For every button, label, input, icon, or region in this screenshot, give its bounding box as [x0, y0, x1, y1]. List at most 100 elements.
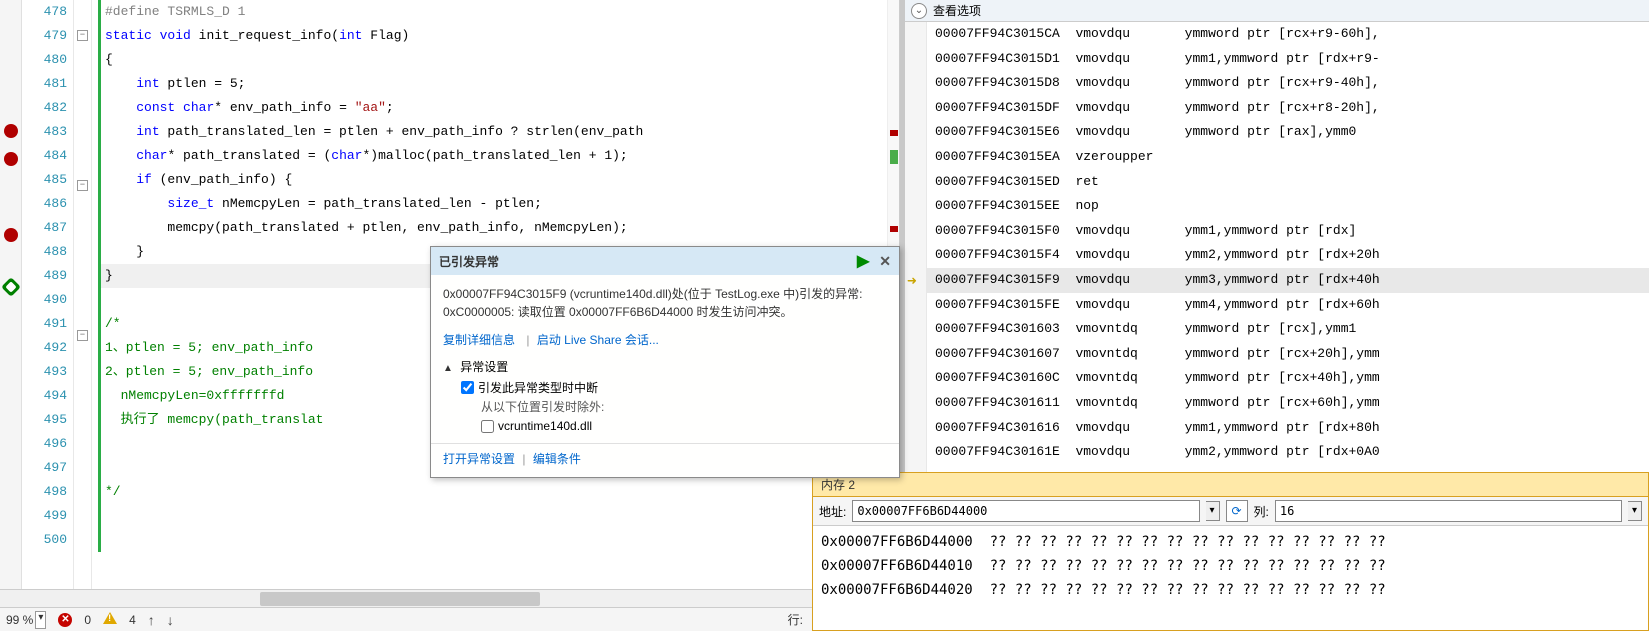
breakpoint-icon[interactable]: [4, 228, 18, 242]
copy-details-link[interactable]: 复制详细信息: [443, 333, 515, 347]
disassembly-line[interactable]: 00007FF94C3015D8 vmovdqu ymmword ptr [rc…: [927, 71, 1649, 96]
line-number-gutter: 4784794804814824834844854864874884894904…: [22, 0, 74, 589]
disassembly-line[interactable]: 00007FF94C3015EA vzeroupper: [927, 145, 1649, 170]
disassembly-options-label: 查看选项: [933, 2, 981, 19]
address-label: 地址:: [819, 503, 846, 520]
code-line[interactable]: */: [98, 480, 899, 504]
separator: |: [526, 333, 529, 347]
exception-title-bar: 已引发异常 ▶ ✕: [431, 247, 899, 275]
memory-row[interactable]: 0x00007FF6B6D44000 ?? ?? ?? ?? ?? ?? ?? …: [821, 530, 1640, 554]
warning-icon[interactable]: [103, 612, 117, 627]
fold-toggle-icon[interactable]: −: [77, 30, 88, 41]
disassembly-line[interactable]: 00007FF94C3015CA vmovdqu ymmword ptr [rc…: [927, 22, 1649, 47]
disassembly-line[interactable]: 00007FF94C3015D1 vmovdqu ymm1,ymmword pt…: [927, 47, 1649, 72]
line-number: 489: [22, 264, 67, 288]
line-number: 498: [22, 480, 67, 504]
scrollbar-thumb[interactable]: [260, 592, 540, 606]
code-line[interactable]: if (env_path_info) {: [98, 168, 899, 192]
disassembly-line[interactable]: 00007FF94C301607 vmovntdq ymmword ptr [r…: [927, 342, 1649, 367]
error-icon[interactable]: ✕: [58, 613, 72, 627]
disassembly-line[interactable]: 00007FF94C3015F0 vmovdqu ymm1,ymmword pt…: [927, 219, 1649, 244]
line-number: 491: [22, 312, 67, 336]
line-number: 492: [22, 336, 67, 360]
fold-toggle-icon[interactable]: −: [77, 330, 88, 341]
disassembly-line[interactable]: 00007FF94C3015DF vmovdqu ymmword ptr [rc…: [927, 96, 1649, 121]
disassembly-line[interactable]: 00007FF94C3015FE vmovdqu ymm4,ymmword pt…: [927, 293, 1649, 318]
columns-input[interactable]: [1275, 500, 1622, 522]
next-issue-icon[interactable]: ↓: [167, 612, 174, 628]
memory-row[interactable]: 0x00007FF6B6D44020 ?? ?? ?? ?? ?? ?? ?? …: [821, 578, 1640, 602]
code-line[interactable]: int path_translated_len = ptlen + env_pa…: [98, 120, 899, 144]
code-line[interactable]: const char* env_path_info = "aa";: [98, 96, 899, 120]
except-from-label: 从以下位置引发时除外:: [481, 398, 887, 415]
line-number: 496: [22, 432, 67, 456]
memory-window-title: 内存 2: [813, 473, 1648, 497]
disassembly-line[interactable]: 00007FF94C301616 vmovdqu ymm1,ymmword pt…: [927, 416, 1649, 441]
except-module-checkbox[interactable]: [481, 420, 494, 433]
line-number: 499: [22, 504, 67, 528]
exception-settings-label: 异常设置: [460, 360, 508, 374]
code-line[interactable]: #define TSRMLS_D 1: [98, 0, 899, 24]
editor-status-bar: 99 % ▾ ✕ 0 4 ↑ ↓ 行: 489 字符: 1: [0, 607, 899, 631]
warning-count: 4: [129, 613, 136, 627]
refresh-icon[interactable]: ⟳: [1226, 500, 1248, 522]
line-number: 479: [22, 24, 67, 48]
address-input[interactable]: [852, 500, 1199, 522]
line-number: 494: [22, 384, 67, 408]
disassembly-line[interactable]: 00007FF94C301611 vmovntdq ymmword ptr [r…: [927, 391, 1649, 416]
code-line[interactable]: static void init_request_info(int Flag): [98, 24, 899, 48]
line-number: 490: [22, 288, 67, 312]
line-number: 480: [22, 48, 67, 72]
columns-dropdown-icon[interactable]: ▾: [1628, 501, 1642, 521]
address-dropdown-icon[interactable]: ▾: [1206, 501, 1220, 521]
exception-message: 0x00007FF94C3015F9 (vcruntime140d.dll)处(…: [431, 275, 899, 331]
separator: |: [522, 452, 525, 466]
liveshare-link[interactable]: 启动 Live Share 会话...: [537, 333, 659, 347]
except-module-label: vcruntime140d.dll: [498, 419, 592, 433]
code-line[interactable]: [98, 528, 899, 552]
zoom-value: 99 %: [6, 613, 33, 627]
disassembly-content[interactable]: 00007FF94C3015CA vmovdqu ymmword ptr [rc…: [927, 22, 1649, 465]
columns-label: 列:: [1254, 503, 1269, 520]
disassembly-line[interactable]: 00007FF94C3015F4 vmovdqu ymm2,ymmword pt…: [927, 243, 1649, 268]
fold-toggle-icon[interactable]: −: [77, 180, 88, 191]
horizontal-scrollbar[interactable]: [0, 589, 899, 607]
line-number: 484: [22, 144, 67, 168]
fold-gutter[interactable]: − − −: [74, 0, 92, 589]
break-on-exception-checkbox[interactable]: [461, 381, 474, 394]
breakpoint-icon[interactable]: [4, 124, 18, 138]
memory-content[interactable]: 0x00007FF6B6D44000 ?? ?? ?? ?? ?? ?? ?? …: [813, 526, 1648, 630]
close-icon[interactable]: ✕: [879, 253, 891, 270]
line-number: 482: [22, 96, 67, 120]
zoom-dropdown-icon[interactable]: ▾: [35, 611, 46, 629]
breakpoint-icon[interactable]: [4, 152, 18, 166]
edit-condition-link[interactable]: 编辑条件: [533, 452, 581, 466]
disassembly-line[interactable]: 00007FF94C3015E6 vmovdqu ymmword ptr [ra…: [927, 120, 1649, 145]
disassembly-line[interactable]: 00007FF94C3015EE nop: [927, 194, 1649, 219]
line-number: 481: [22, 72, 67, 96]
ruler-change-mark: [890, 150, 898, 164]
disassembly-header[interactable]: ⌄ 查看选项: [905, 0, 1649, 22]
line-number: 497: [22, 456, 67, 480]
collapse-toggle-icon[interactable]: ⌄: [911, 3, 927, 19]
expand-arrow-icon[interactable]: ▲: [443, 363, 453, 374]
disassembly-line[interactable]: 00007FF94C3015ED ret: [927, 170, 1649, 195]
prev-issue-icon[interactable]: ↑: [148, 612, 155, 628]
disassembly-line[interactable]: 00007FF94C3015F9 vmovdqu ymm3,ymmword pt…: [927, 268, 1649, 293]
code-line[interactable]: memcpy(path_translated + ptlen, env_path…: [98, 216, 899, 240]
code-line[interactable]: [98, 504, 899, 528]
continue-icon[interactable]: ▶: [857, 251, 869, 271]
disassembly-line[interactable]: 00007FF94C30160C vmovntdq ymmword ptr [r…: [927, 366, 1649, 391]
exception-popup: 已引发异常 ▶ ✕ 0x00007FF94C3015F9 (vcruntime1…: [430, 246, 900, 478]
open-exception-settings-link[interactable]: 打开异常设置: [443, 452, 515, 466]
code-line[interactable]: int ptlen = 5;: [98, 72, 899, 96]
breakpoint-gutter[interactable]: [0, 0, 22, 589]
ruler-breakpoint-mark: [890, 130, 898, 136]
memory-row[interactable]: 0x00007FF6B6D44010 ?? ?? ?? ?? ?? ?? ?? …: [821, 554, 1640, 578]
disassembly-line[interactable]: 00007FF94C30161E vmovdqu ymm2,ymmword pt…: [927, 440, 1649, 465]
code-line[interactable]: {: [98, 48, 899, 72]
code-line[interactable]: size_t nMemcpyLen = path_translated_len …: [98, 192, 899, 216]
code-line[interactable]: char* path_translated = (char*)malloc(pa…: [98, 144, 899, 168]
disassembly-line[interactable]: 00007FF94C301603 vmovntdq ymmword ptr [r…: [927, 317, 1649, 342]
zoom-level[interactable]: 99 % ▾: [6, 611, 46, 629]
